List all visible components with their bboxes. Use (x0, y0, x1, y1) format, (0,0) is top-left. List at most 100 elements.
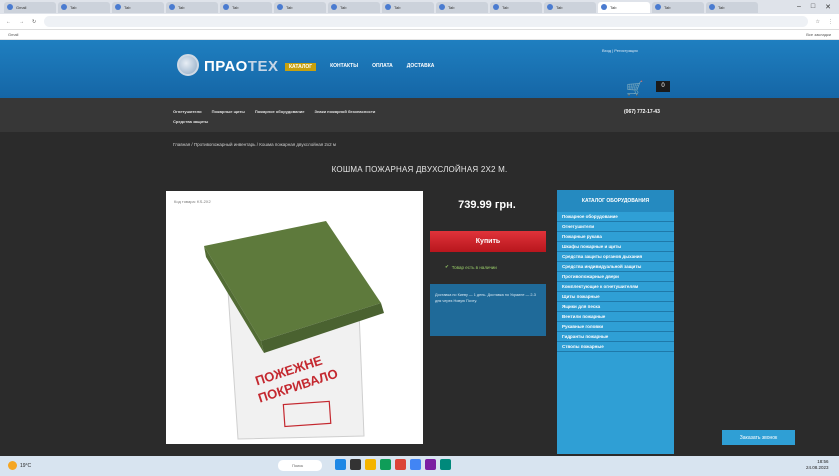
browser-tab[interactable]: Gmail (4, 1, 56, 13)
all-bookmarks[interactable]: Все закладки (806, 32, 831, 37)
menu-icon[interactable]: ⋮ (828, 19, 833, 25)
browser-tab[interactable]: Tab (598, 1, 650, 13)
product-price: 739.99 грн. (458, 199, 516, 211)
catalog-sidebar: КАТАЛОГ ОБОРУДОВАНИЯ Пожарное оборудован… (557, 190, 674, 454)
favicon-icon (277, 4, 283, 10)
cart-icon[interactable]: 🛒 (626, 80, 643, 97)
browser-tab[interactable]: Tab (58, 1, 110, 13)
taskbar-apps (335, 459, 451, 470)
browser-tab[interactable]: Tab (436, 1, 488, 13)
catalog-item[interactable]: Рукавные головки (557, 322, 674, 332)
catalog-item[interactable]: Ящики для песка (557, 302, 674, 312)
minimize-icon[interactable]: – (797, 3, 801, 11)
nav-contacts[interactable]: КОНТАКТЫ (330, 63, 358, 71)
nav-delivery[interactable]: ДОСТАВКА (407, 63, 435, 71)
star-icon[interactable]: ☆ (816, 19, 820, 25)
brand-name[interactable]: ПРАОТЕХ (204, 58, 278, 75)
stock-label: Товар есть в наличии (451, 264, 497, 270)
logo-icon[interactable] (177, 54, 199, 76)
browser-tab[interactable]: Tab (166, 1, 218, 13)
browser-tab[interactable]: Tab (490, 1, 542, 13)
browser-tab[interactable]: Tab (220, 1, 272, 13)
tab-label: Tab (178, 4, 185, 10)
catalog-item[interactable]: Комплектующие к огнетушителям (557, 282, 674, 292)
tab-label: Tab (556, 4, 563, 10)
bookmarks-bar: Gmail Все закладки (0, 30, 839, 40)
forward-icon[interactable]: → (19, 19, 24, 25)
favicon-icon (115, 4, 121, 10)
favicon-icon (709, 4, 715, 10)
check-icon: ✔ (445, 264, 449, 269)
browser-tab[interactable]: Tab (112, 1, 164, 13)
task-view-icon[interactable] (350, 459, 361, 470)
catalog-item[interactable]: Щиты пожарные (557, 292, 674, 302)
tab-label: Tab (448, 4, 455, 10)
stock-status: ✔ Товар есть в наличии (445, 264, 497, 270)
tab-label: Gmail (16, 4, 27, 10)
page-title: КОШМА ПОЖАРНАЯ ДВУХСЛОЙНАЯ 2Х2 М. (331, 165, 508, 174)
buy-button[interactable]: Купить (430, 231, 546, 252)
browser-tab[interactable]: Tab (544, 1, 596, 13)
app-icon[interactable] (440, 459, 451, 470)
top-nav: КАТАЛОГ КОНТАКТЫ ОПЛАТА ДОСТАВКА (285, 63, 434, 71)
menu-item[interactable]: Знаки пожарной безопасности (314, 109, 375, 114)
tab-label: Tab (124, 4, 131, 10)
favicon-icon (223, 4, 229, 10)
back-icon[interactable]: ← (6, 19, 11, 25)
callback-button[interactable]: Заказать звонок (722, 430, 795, 445)
menu-item[interactable]: Огнетушители (173, 109, 202, 114)
catalog-item[interactable]: Средства индивидуальной защиты (557, 262, 674, 272)
maximize-icon[interactable]: □ (811, 3, 815, 11)
browser-tab[interactable]: Tab (706, 1, 758, 13)
browser-tab[interactable]: Tab (274, 1, 326, 13)
favicon-icon (493, 4, 499, 10)
tab-label: Tab (232, 4, 239, 10)
system-clock[interactable]: 18:56 24.08.2023 (806, 459, 829, 471)
favicon-icon (7, 4, 13, 10)
catalog-item[interactable]: Гидранты пожарные (557, 332, 674, 342)
menu-item[interactable]: Средства защиты (173, 119, 208, 124)
favicon-icon (655, 4, 661, 10)
explorer-icon[interactable] (365, 459, 376, 470)
catalog-item[interactable]: Стволы пожарные (557, 342, 674, 352)
login-link[interactable]: Вход | Регистрация (602, 48, 638, 53)
browser-tab[interactable]: Tab (382, 1, 434, 13)
reload-icon[interactable]: ↻ (32, 19, 36, 25)
catalog-item[interactable]: Вентили пожарные (557, 312, 674, 322)
favicon-icon (547, 4, 553, 10)
window-controls: – □ ✕ (797, 3, 839, 11)
chrome-icon[interactable] (395, 459, 406, 470)
cart-count-badge[interactable]: 0 (656, 81, 670, 92)
menu-item[interactable]: Пожарное оборудование (255, 109, 305, 114)
favicon-icon (169, 4, 175, 10)
menu-row-1: Огнетушители Пожарные щиты Пожарное обор… (173, 109, 375, 114)
favicon-icon (601, 4, 607, 10)
weather-widget[interactable]: 19°C (8, 461, 31, 470)
browser-tab[interactable]: Tab (652, 1, 704, 13)
catalog-item[interactable]: Средства защиты органов дыхания (557, 252, 674, 262)
app-icon[interactable] (410, 459, 421, 470)
catalog-title: КАТАЛОГ ОБОРУДОВАНИЯ (557, 190, 674, 212)
edge-icon[interactable] (380, 459, 391, 470)
app-icon[interactable] (425, 459, 436, 470)
breadcrumb[interactable]: Главная / Противопожарный инвентарь / Ко… (173, 142, 336, 147)
menu-item[interactable]: Пожарные щиты (212, 109, 245, 114)
product-image[interactable]: Код товара: KS-2X2 ПОЖЕЖНЕ ПОКРИВАЛО (166, 191, 423, 444)
nav-payment[interactable]: ОПЛАТА (372, 63, 393, 71)
catalog-item[interactable]: Пожарные рукава (557, 232, 674, 242)
catalog-item[interactable]: Шкафы пожарные и щиты (557, 242, 674, 252)
start-icon[interactable] (335, 459, 346, 470)
url-input[interactable] (44, 16, 808, 27)
nav-catalog[interactable]: КАТАЛОГ (285, 63, 317, 71)
catalog-item[interactable]: Огнетушители (557, 222, 674, 232)
phone-number[interactable]: (067) 772-17-43 (624, 109, 660, 115)
browser-tab[interactable]: Tab (328, 1, 380, 13)
delivery-info: Доставка по Киеву — 1 день. Доставка по … (430, 284, 546, 336)
catalog-item[interactable]: Пожарное оборудование (557, 212, 674, 222)
tab-label: Tab (340, 4, 347, 10)
favicon-icon (385, 4, 391, 10)
catalog-item[interactable]: Противопожарные двери (557, 272, 674, 282)
bookmark-gmail[interactable]: Gmail (8, 32, 18, 37)
close-icon[interactable]: ✕ (825, 3, 831, 11)
taskbar-search[interactable]: Поиск (278, 460, 322, 471)
